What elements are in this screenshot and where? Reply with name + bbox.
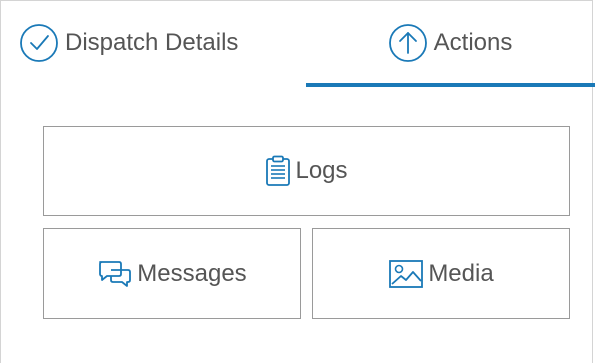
dispatch-panel: Dispatch Details Actions Logs Messages M… (0, 0, 595, 363)
tab-dispatch-details-label: Dispatch Details (65, 28, 239, 56)
tab-bar: Dispatch Details Actions (1, 1, 595, 88)
messages-button-label: Messages (137, 259, 247, 287)
chat-bubbles-icon (97, 258, 133, 290)
logs-button[interactable]: Logs (43, 126, 570, 216)
tab-actions-label: Actions (433, 28, 513, 56)
media-button-label: Media (428, 259, 494, 287)
media-button[interactable]: Media (312, 228, 570, 319)
arrow-up-circle-icon (388, 23, 428, 63)
logs-button-label: Logs (295, 157, 348, 184)
tab-dispatch-details[interactable]: Dispatch Details (19, 1, 279, 88)
check-circle-icon (19, 23, 59, 63)
clipboard-icon (265, 155, 291, 187)
active-tab-indicator (306, 83, 595, 87)
messages-button[interactable]: Messages (43, 228, 301, 319)
image-icon (388, 259, 424, 289)
tab-actions[interactable]: Actions (306, 1, 594, 88)
